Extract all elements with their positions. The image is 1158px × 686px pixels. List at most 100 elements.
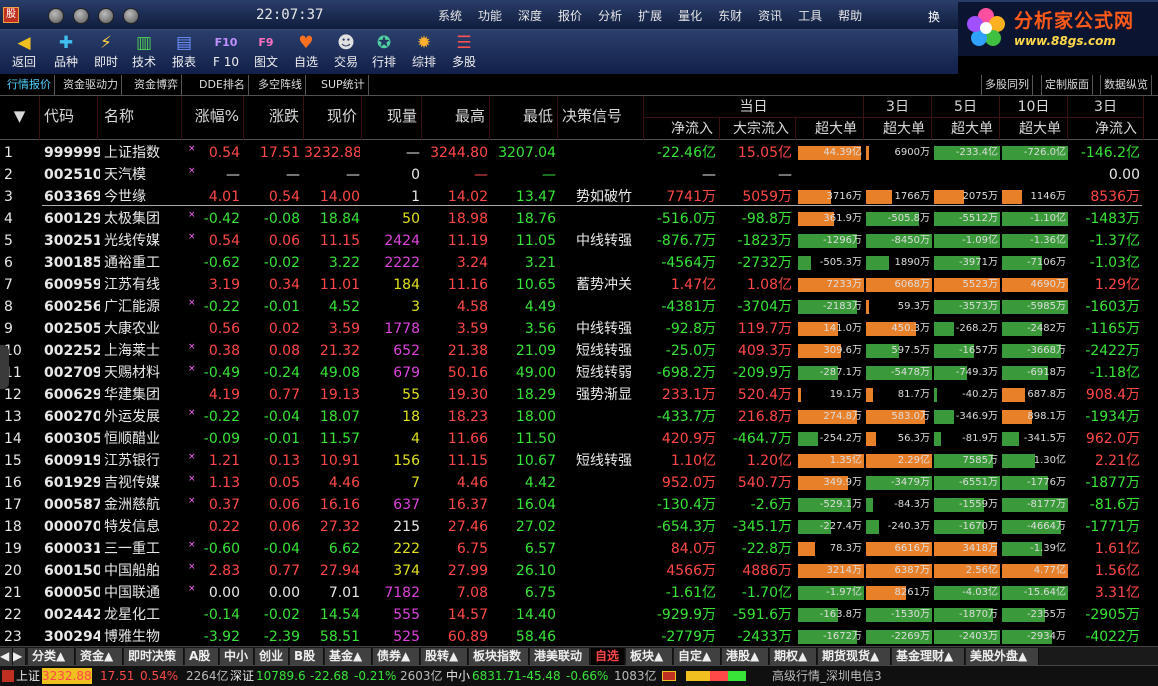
category-tab-4[interactable]: 中小 [220, 648, 254, 665]
toolbar-button-9[interactable]: ✪ 行排 [366, 31, 402, 73]
tab-0[interactable]: 行情报价 [4, 75, 55, 95]
category-tab-14[interactable]: 自定▲ [674, 648, 721, 665]
category-tab-8[interactable]: 债券▲ [373, 648, 420, 665]
table-row[interactable]: 12 600629 华建集团 4.19 0.77 19.13 55 19.30 18.29 强势渐… [0, 384, 1158, 406]
toolbar-button-2[interactable]: ⚡ 即时 [88, 31, 124, 73]
table-row[interactable]: 22 002442 龙星化工 -0.14 -0.02 14.54 555 14.57 14.40… [0, 604, 1158, 626]
table-row[interactable]: 23 300294 博雅生物 -3.92 -2.39 58.51 525 60.89 58.46… [0, 626, 1158, 648]
menu-item-switch[interactable]: 换 [928, 8, 940, 25]
category-tab-5[interactable]: 创业 [255, 648, 289, 665]
tab-right-1[interactable]: 定制版面 [1041, 75, 1093, 95]
menu-item[interactable]: 深度 [510, 7, 550, 24]
tab-2[interactable]: 资金博弈 [131, 75, 182, 95]
menu-item[interactable]: 资讯 [750, 7, 790, 24]
table-row[interactable]: 15 600919 江苏银行 × 1.21 0.13 10.91 156 11.15 10.67 短… [0, 450, 1158, 472]
menu-item[interactable]: 量化 [670, 7, 710, 24]
category-tab-1[interactable]: 资金▲ [76, 648, 123, 665]
category-tab-7[interactable]: 基金▲ [325, 648, 372, 665]
subcolumn-header-3[interactable]: 超大单 [864, 118, 932, 140]
menu-item[interactable]: 帮助 [830, 7, 870, 24]
menu-item[interactable]: 功能 [470, 7, 510, 24]
subcolumn-header-0[interactable]: 净流入 [644, 118, 720, 140]
category-tab-10[interactable]: 板块指数 [469, 648, 529, 665]
status-sz-label[interactable]: 深证 [230, 668, 254, 684]
toolbar-button-1[interactable]: ✚ 品种 [48, 31, 84, 73]
toolbar-button-5[interactable]: F10 F 10 [208, 31, 244, 73]
table-row[interactable]: 4 600129 太极集团 × -0.42 -0.08 18.84 50 18.98 18.76-… [0, 208, 1158, 230]
menu-item[interactable]: 扩展 [630, 7, 670, 24]
category-tab-9[interactable]: 股转▲ [421, 648, 468, 665]
scroll-left-icon[interactable]: ◀ [0, 648, 13, 665]
alert-icon[interactable] [662, 671, 676, 681]
menu-item[interactable]: 系统 [430, 7, 470, 24]
window-button-icon[interactable] [98, 8, 114, 24]
category-tab-2[interactable]: 即时决策 [124, 648, 184, 665]
menu-item[interactable]: 报价 [550, 7, 590, 24]
tab-4[interactable]: 多空阵线 [255, 75, 306, 95]
table-row[interactable]: 8 600256 广汇能源 × -0.22 -0.01 4.52 3 4.58 4.49 -4381… [0, 296, 1158, 318]
status-sh-label[interactable]: 上证 [16, 668, 40, 684]
category-tab-16[interactable]: 期权▲ [770, 648, 817, 665]
table-row[interactable]: 16 601929 吉视传媒 × 1.13 0.05 4.46 7 4.46 4.42 952.0万… [0, 472, 1158, 494]
column-header-3[interactable]: 涨跌 [244, 96, 304, 140]
window-button-icon[interactable] [48, 8, 64, 24]
table-row[interactable]: 10 002252 上海莱士 × 0.38 0.08 21.32 652 21.38 21.09 短… [0, 340, 1158, 362]
menu-item[interactable]: 工具 [790, 7, 830, 24]
table-row[interactable]: 9 002505 大康农业 0.56 0.02 3.59 1778 3.59 3.56 中线转强 -… [0, 318, 1158, 340]
subcolumn-header-4[interactable]: 超大单 [932, 118, 1000, 140]
column-header-4[interactable]: 现价 [304, 96, 362, 140]
window-button-icon[interactable] [123, 8, 139, 24]
category-tab-3[interactable]: A股 [185, 648, 219, 665]
toolbar-button-10[interactable]: ✹ 综排 [406, 31, 442, 73]
category-tab-11[interactable]: 港美联动 [530, 648, 590, 665]
category-tab-19[interactable]: 美股外盘▲ [966, 648, 1039, 665]
column-header-1[interactable]: 名称 [100, 96, 182, 140]
column-header-7[interactable]: 最低 [490, 96, 558, 140]
app-logo-icon[interactable]: 股 [3, 7, 19, 23]
column-header-0[interactable]: 代码 [40, 96, 98, 140]
category-tab-6[interactable]: B股 [290, 648, 324, 665]
table-row[interactable]: 11 002709 天赐材料 × -0.49 -0.24 49.08 679 50.16 49.0… [0, 362, 1158, 384]
table-row[interactable]: 2 002510 天汽模 × — — —0— — — —0.00 [0, 164, 1158, 186]
status-zx-label[interactable]: 中小 [446, 668, 470, 684]
category-tab-12[interactable]: 自选 [591, 648, 625, 665]
toolbar-button-6[interactable]: F9 图文 [248, 31, 284, 73]
tab-1[interactable]: 资金驱动力 [60, 75, 122, 95]
table-row[interactable]: 17 000587 金洲慈航 × 0.37 0.06 16.16 637 16.37 16.04-… [0, 494, 1158, 516]
subcolumn-header-1[interactable]: 大宗流入 [720, 118, 796, 140]
toolbar-button-8[interactable]: ☻ 交易 [328, 31, 364, 73]
table-row[interactable]: 19 600031 三一重工 × -0.60 -0.04 6.62 222 6.75 6.57 84… [0, 538, 1158, 560]
side-panel-handle[interactable] [0, 345, 9, 389]
table-row[interactable]: 18 000070 特发信息 0.22 0.06 27.32 215 27.46 27.02 -6… [0, 516, 1158, 538]
window-button-icon[interactable] [73, 8, 89, 24]
table-row[interactable]: 5 300251 光线传媒 × 0.54 0.06 11.15 2424 11.19 11.05 中… [0, 230, 1158, 252]
menu-item[interactable]: 分析 [590, 7, 630, 24]
category-tab-0[interactable]: 分类▲ [28, 648, 75, 665]
column-header-2[interactable]: 涨幅% [182, 96, 244, 140]
table-row[interactable]: 13 600270 外运发展 × -0.22 -0.04 18.07 18 18.23 18.00… [0, 406, 1158, 428]
category-tab-13[interactable]: 板块▲ [626, 648, 673, 665]
table-row[interactable]: 21 600050 中国联通 × 0.00 0.00 7.01 7182 7.08 6.75 -1.… [0, 582, 1158, 604]
table-row[interactable]: 7 600959 江苏有线 3.19 0.34 11.01 184 11.16 10.65 蓄势冲… [0, 274, 1158, 296]
category-tab-17[interactable]: 期货现货▲ [818, 648, 891, 665]
toolbar-button-3[interactable]: ▥ 技术 [126, 31, 162, 73]
category-tab-15[interactable]: 港股▲ [722, 648, 769, 665]
column-header-8[interactable]: 决策信号 [558, 96, 644, 140]
tab-5[interactable]: SUP统计 [318, 75, 369, 95]
sort-menu-icon[interactable]: ▼ [0, 96, 40, 140]
tab-right-2[interactable]: 数据纵览 [1100, 75, 1152, 95]
scroll-right-icon[interactable]: ▶ [13, 648, 26, 665]
toolbar-button-11[interactable]: ☰ 多股 [446, 31, 482, 73]
table-row[interactable]: 14 600305 恒顺醋业 -0.09 -0.01 11.57 4 11.66 11.50 42… [0, 428, 1158, 450]
subcolumn-header-2[interactable]: 超大单 [796, 118, 864, 140]
table-row[interactable]: 6 300185 通裕重工 -0.62 -0.02 3.22 2222 3.24 3.21 -45… [0, 252, 1158, 274]
category-tab-18[interactable]: 基金理财▲ [892, 648, 965, 665]
toolbar-button-0[interactable]: ◀ 返回 [6, 31, 42, 73]
subcolumn-header-5[interactable]: 超大单 [1000, 118, 1068, 140]
toolbar-button-4[interactable]: ▤ 报表 [166, 31, 202, 73]
subcolumn-header-6[interactable]: 净流入 [1068, 118, 1144, 140]
table-row[interactable]: 20 600150 中国船舶 × 2.83 0.77 27.94 374 27.99 26.10 4… [0, 560, 1158, 582]
column-header-6[interactable]: 最高 [422, 96, 490, 140]
column-header-5[interactable]: 现量 [362, 96, 422, 140]
tab-3[interactable]: DDE排名 [196, 75, 249, 95]
